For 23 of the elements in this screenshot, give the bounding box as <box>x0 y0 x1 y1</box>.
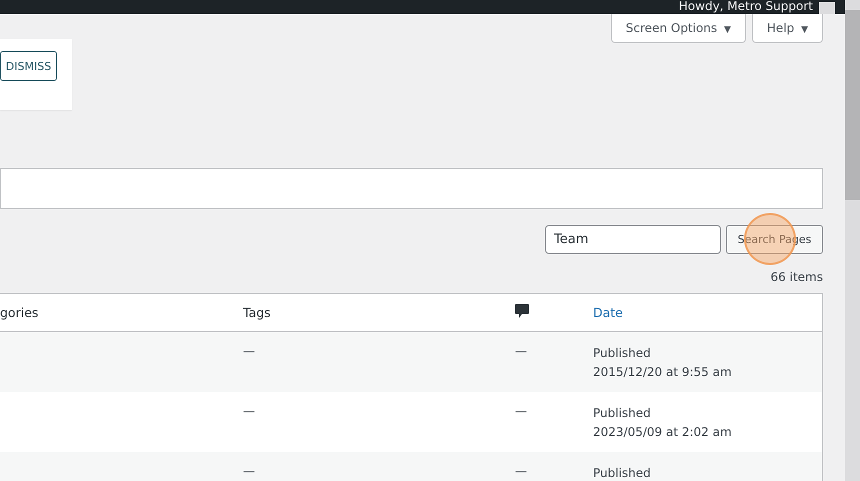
greeting-text[interactable]: Howdy, Metro Support <box>678 0 813 12</box>
date-text: 2023/05/09 at 2:02 am <box>593 424 733 441</box>
date-column-link[interactable]: Date <box>593 305 623 320</box>
date-text: Published <box>593 345 652 362</box>
comments-cell: — <box>515 344 527 358</box>
avatar-icon[interactable] <box>819 2 835 14</box>
column-header: Tags <box>243 305 271 320</box>
comment-bubble-icon <box>515 304 529 318</box>
item-count: 66 items <box>770 270 823 284</box>
header-tab-button[interactable]: Screen Options ▼ <box>610 14 746 43</box>
scrollbar[interactable] <box>845 0 860 481</box>
date-text: Published <box>593 465 652 481</box>
comments-cell: — <box>515 404 527 418</box>
tags-cell: — <box>243 464 255 478</box>
header-tab-button[interactable]: Help ▼ <box>752 14 823 43</box>
date-text: 2015/12/20 at 9:55 am <box>593 364 733 381</box>
column-header: gories <box>0 305 38 320</box>
tags-cell: — <box>243 344 255 358</box>
tags-cell: — <box>243 404 255 418</box>
comments-cell: — <box>515 464 527 478</box>
date-text: Published <box>593 405 652 422</box>
dismiss-button[interactable]: DISMISS <box>0 51 57 81</box>
search-field[interactable]: Team <box>545 225 721 254</box>
